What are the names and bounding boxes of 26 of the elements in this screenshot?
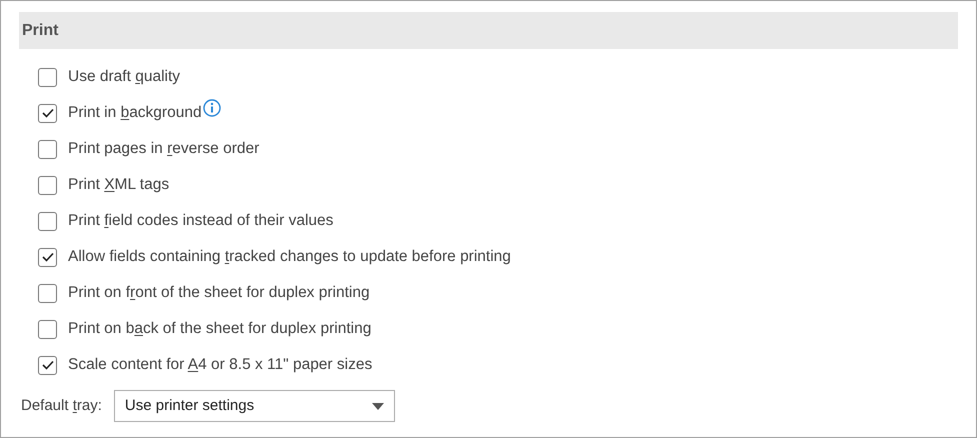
check-icon [42, 252, 54, 262]
checkbox[interactable] [38, 212, 57, 230]
option-label: Print in background [68, 103, 202, 124]
caret-icon [372, 402, 384, 410]
option-label: Print XML tags [68, 175, 170, 196]
option-label: Print on front of the sheet for duplex printing [68, 283, 370, 304]
option-label: Print on back of the sheet for duplex printing [68, 319, 372, 340]
checkbox[interactable] [38, 68, 57, 86]
checkbox[interactable] [38, 140, 57, 158]
checkbox[interactable] [38, 104, 57, 122]
field-label: Default tray: [21, 396, 102, 416]
option-label: Use draft quality [68, 67, 180, 88]
checkbox[interactable] [38, 320, 57, 338]
checkbox[interactable] [38, 176, 57, 194]
option-label: Print field codes instead of their values [68, 211, 334, 232]
check-icon [42, 360, 54, 370]
checkbox[interactable] [38, 356, 57, 374]
info-icon[interactable] [202, 99, 221, 117]
checkbox[interactable] [38, 248, 57, 266]
checkbox[interactable] [38, 284, 57, 302]
option-label: Print pages in reverse order [68, 139, 260, 160]
dropdown[interactable]: Use printer settings [114, 390, 395, 422]
check-icon [42, 108, 54, 118]
section-title: Print [22, 20, 58, 40]
option-label: Scale content for A4 or 8.5 x 11" paper sizes [68, 355, 372, 376]
option-label: Allow fields containing tracked changes to update before printing [68, 247, 511, 268]
